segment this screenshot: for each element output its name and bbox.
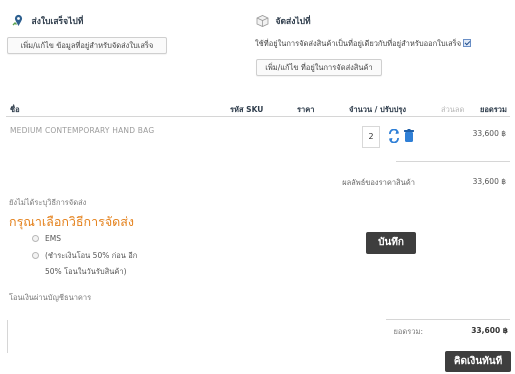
shipping-method-heading: กรุณาเลือกวิธีการจัดส่ง [9, 214, 135, 229]
subtotal-value: 33,600 ฿ [472, 177, 506, 186]
summary-left-border [7, 320, 8, 353]
column-header-sku: รหัส SKU [230, 105, 264, 114]
grand-total-value: 33,600 ฿ [471, 326, 508, 335]
same-address-row: ใช้ที่อยู่ในการจัดส่งสินค้าเป็นที่อยู่เด… [255, 38, 472, 50]
column-header-qty: จำนวน / ปรับปรุง [349, 105, 407, 114]
grand-total-label: ยอดรวม: [393, 327, 423, 336]
column-header-total: ยอดรวม [480, 105, 507, 114]
same-address-checkbox[interactable] [463, 39, 472, 47]
same-address-note: ใช้ที่อยู่ในการจัดส่งสินค้าเป็นที่อยู่เด… [255, 39, 462, 48]
subtotal-label: ผลลัพธ์ของราคาสินค้า [342, 178, 415, 187]
column-header-discount: ส่วนลด [441, 105, 465, 114]
billing-title: ส่งใบเสร็จไปที่ [31, 17, 84, 27]
delete-icon[interactable] [404, 129, 414, 145]
row-total: 33,600 ฿ [472, 129, 506, 138]
shipping-option-ems[interactable]: EMS [32, 234, 61, 243]
quantity-input[interactable]: 2 [362, 126, 380, 148]
grand-total-divider [386, 319, 510, 320]
column-header-name: ชื่อ [10, 105, 20, 114]
column-header-price: ราคา [297, 105, 315, 114]
shipping-option-transfer-label-line2: 50% โอนในวันรับสินค้า) [45, 267, 127, 276]
header-divider [6, 116, 510, 117]
checkout-now-button[interactable]: คิดเงินทันที [445, 351, 511, 372]
shipping-not-selected-note: ยังไม่ได้ระบุวิธีการจัดส่ง [9, 198, 87, 207]
package-icon [256, 14, 269, 29]
shipping-option-transfer[interactable]: (ชำระเงินโอน 50% ก่อน อีก [32, 250, 137, 262]
edit-billing-address-button[interactable]: เพิ่ม/แก้ไข ข้อมูลที่อยู่สำหรับจัดส่งใบเ… [7, 37, 167, 54]
edit-shipping-address-button[interactable]: เพิ่ม/แก้ไข ที่อยู่ในการจัดส่งสินค้า [256, 59, 382, 76]
radio-transfer[interactable] [32, 252, 39, 259]
save-shipping-button[interactable]: บันทึก [366, 232, 416, 254]
shipping-option-ems-label: EMS [45, 234, 61, 243]
refresh-icon[interactable] [388, 128, 400, 145]
radio-ems[interactable] [32, 235, 39, 242]
product-name: MEDIUM CONTEMPORARY HAND BAG [10, 126, 155, 135]
subtotal-divider [396, 161, 510, 162]
billing-section: ส่งใบเสร็จไปที่ [12, 14, 83, 29]
shipping-title: จัดส่งไปที่ [275, 17, 311, 27]
payment-method-label: โอนเงินผ่านบัญชีธนาคาร [9, 293, 92, 302]
map-pin-icon [12, 14, 25, 29]
shipping-option-transfer-label: (ชำระเงินโอน 50% ก่อน อีก [45, 251, 138, 260]
shipping-section: จัดส่งไปที่ [256, 14, 311, 29]
